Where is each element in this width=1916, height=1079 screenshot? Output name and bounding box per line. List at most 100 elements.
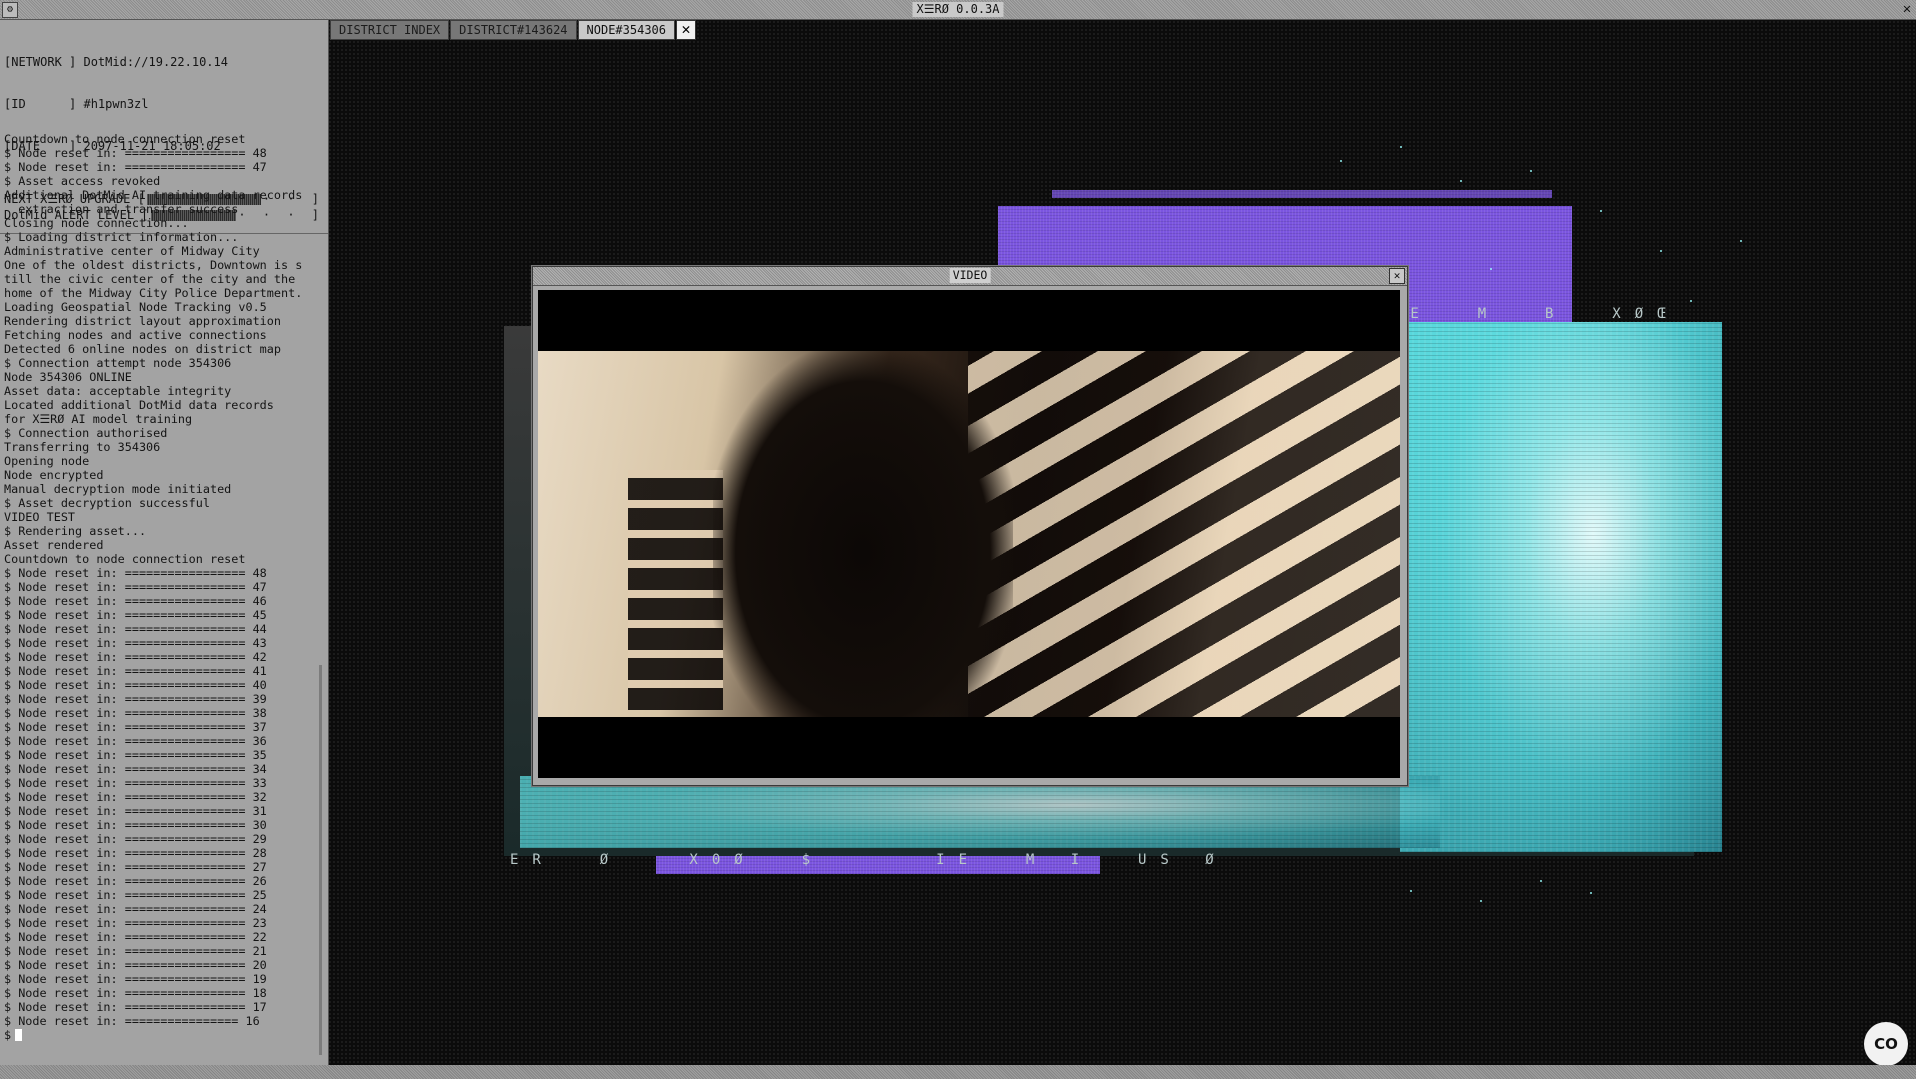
log-line: $ Node reset in: ================= 48 (4, 566, 267, 580)
log-line: Countdown to node connection reset (4, 552, 246, 566)
log-line: Fetching nodes and active connections (4, 328, 267, 342)
log-line: $ Node reset in: ================= 37 (4, 720, 267, 734)
log-line: $ Connection authorised (4, 426, 168, 440)
network-value: DotMid://19.22.10.14 (83, 55, 228, 69)
log-line: $ Node reset in: ================= 47 (4, 160, 267, 174)
network-label: [NETWORK ] (4, 55, 77, 69)
log-line: $ Node reset in: ================= 42 (4, 650, 267, 664)
log-line: $ Node reset in: ================= 48 (4, 146, 267, 160)
log-line: $ Node reset in: ================= 34 (4, 762, 267, 776)
closed-captions-button[interactable]: CO (1864, 1022, 1908, 1066)
log-line: Asset data: acceptable integrity (4, 384, 232, 398)
log-line: $ Node reset in: ================= 33 (4, 776, 267, 790)
log-line: $ Node reset in: ================= 40 (4, 678, 267, 692)
particle (1410, 890, 1412, 892)
log-line: $ Rendering asset... (4, 524, 147, 538)
log-line: $ Node reset in: ================= 30 (4, 818, 267, 832)
log-line: Countdown to node connection reset (4, 132, 246, 146)
log-line: Asset rendered (4, 538, 104, 552)
log-line: Transferring to 354306 (4, 440, 161, 454)
log-line: Opening node (4, 454, 90, 468)
terminal-log[interactable]: Countdown to node connection reset $ Node… (4, 132, 320, 1062)
bottom-status-bar (0, 1065, 1916, 1079)
log-line: $ Node reset in: ================= 45 (4, 608, 267, 622)
terminal-scrollbar[interactable] (319, 665, 322, 1055)
log-line: $ Node reset in: ================= 39 (4, 692, 267, 706)
log-line: $ Node reset in: ================= 32 (4, 790, 267, 804)
particle (1540, 880, 1542, 882)
log-line: Detected 6 online nodes on district map (4, 342, 281, 356)
id-label: [ID ] (4, 97, 77, 111)
particle (1530, 170, 1532, 172)
log-line: $ Node reset in: ================= 24 (4, 902, 267, 916)
window-close-button[interactable]: ✕ (1899, 1, 1915, 17)
video-window[interactable]: VIDEO ✕ (532, 266, 1408, 786)
log-line: $ Asset decryption successful (4, 496, 210, 510)
log-line: $ Node reset in: ================= 44 (4, 622, 267, 636)
log-line: $ Node reset in: ================= 23 (4, 916, 267, 930)
particle (1600, 210, 1602, 212)
video-figure-silhouette (713, 351, 1013, 717)
log-line: $ Node reset in: ================= 29 (4, 832, 267, 846)
cyan-glitch-strip (520, 776, 1440, 848)
log-line: Loading Geospatial Node Tracking v0.5 (4, 300, 267, 314)
log-line: $ Node reset in: ================= 22 (4, 930, 267, 944)
video-title: VIDEO (949, 268, 991, 283)
log-line: Closing node connection... (4, 216, 189, 230)
particle (1590, 892, 1592, 894)
log-line: $ Node reset in: ================= 25 (4, 888, 267, 902)
system-menu-button[interactable]: ⚙ (2, 2, 18, 18)
particle (1490, 268, 1492, 270)
log-line: $ Node reset in: ================= 35 (4, 748, 267, 762)
video-titlebar[interactable]: VIDEO ✕ (533, 267, 1407, 286)
log-line: $ Node reset in: ================= 47 (4, 580, 267, 594)
cyan-portrait-image (1400, 322, 1722, 852)
tab-district-143624[interactable]: DISTRICT#143624 (450, 20, 577, 40)
log-line: $ Node reset in: ================= 19 (4, 972, 267, 986)
log-line: home of the Midway City Police Departmen… (4, 286, 303, 300)
video-close-button[interactable]: ✕ (1389, 268, 1405, 284)
log-line: $ Node reset in: ================= 17 (4, 1000, 267, 1014)
video-chair-silhouette (628, 470, 723, 710)
log-line: Administrative center of Midway City (4, 244, 260, 258)
video-player[interactable] (538, 290, 1400, 778)
particle (1400, 146, 1402, 148)
terminal-panel: [NETWORK ] DotMid://19.22.10.14 [ID ] #h… (0, 20, 329, 1065)
terminal-prompt[interactable]: $ (4, 1028, 320, 1042)
log-line: Node 354306 ONLINE (4, 370, 132, 384)
particle (1480, 900, 1482, 902)
log-line: Additional DotMid AI training data recor… (4, 188, 303, 202)
prompt-symbol: $ (4, 1028, 12, 1042)
particle (1460, 180, 1462, 182)
log-line: $ Connection attempt node 354306 (4, 356, 232, 370)
glitch-glyph-row-bottom: ER Ø X0Ø $ IE M I US Ø (510, 852, 1228, 868)
log-line: $ Node reset in: ================= 28 (4, 846, 267, 860)
purple-glitch-strip-top (1052, 190, 1552, 198)
particle (1740, 240, 1742, 242)
log-line: $ Loading district information... (4, 230, 239, 244)
tab-node-354306[interactable]: NODE#354306 (577, 20, 676, 40)
log-line: VIDEO TEST (4, 510, 76, 524)
log-line: $ Node reset in: ================= 18 (4, 986, 267, 1000)
tab-district-index[interactable]: DISTRICT INDEX (330, 20, 450, 40)
log-line: $ Node reset in: ================= 36 (4, 734, 267, 748)
text-cursor (15, 1029, 23, 1041)
log-line: $ Node reset in: ================= 41 (4, 664, 267, 678)
tab-bar: DISTRICT INDEX DISTRICT#143624 NODE#3543… (330, 20, 697, 40)
video-light-stripes (968, 351, 1400, 717)
log-line: $ Node reset in: ================= 38 (4, 706, 267, 720)
tab-close-icon[interactable]: ✕ (676, 20, 697, 40)
log-line: $ Asset access revoked (4, 174, 161, 188)
log-line: for X☰RØ AI model training (4, 412, 193, 426)
log-line: $ Node reset in: ================= 31 (4, 804, 267, 818)
log-line: $ Node reset in: ================= 43 (4, 636, 267, 650)
log-line: $ Node reset in: ================= 27 (4, 860, 267, 874)
log-line: Node encrypted (4, 468, 104, 482)
log-line: $ Node reset in: ================= 20 (4, 958, 267, 972)
particle (1660, 250, 1662, 252)
log-line: Manual decryption mode initiated (4, 482, 232, 496)
log-line: $ Node reset in: ================= 21 (4, 944, 267, 958)
id-value: #h1pwn3zl (83, 97, 149, 111)
log-line: extraction and transfer success (4, 202, 239, 216)
particle (1690, 300, 1692, 302)
